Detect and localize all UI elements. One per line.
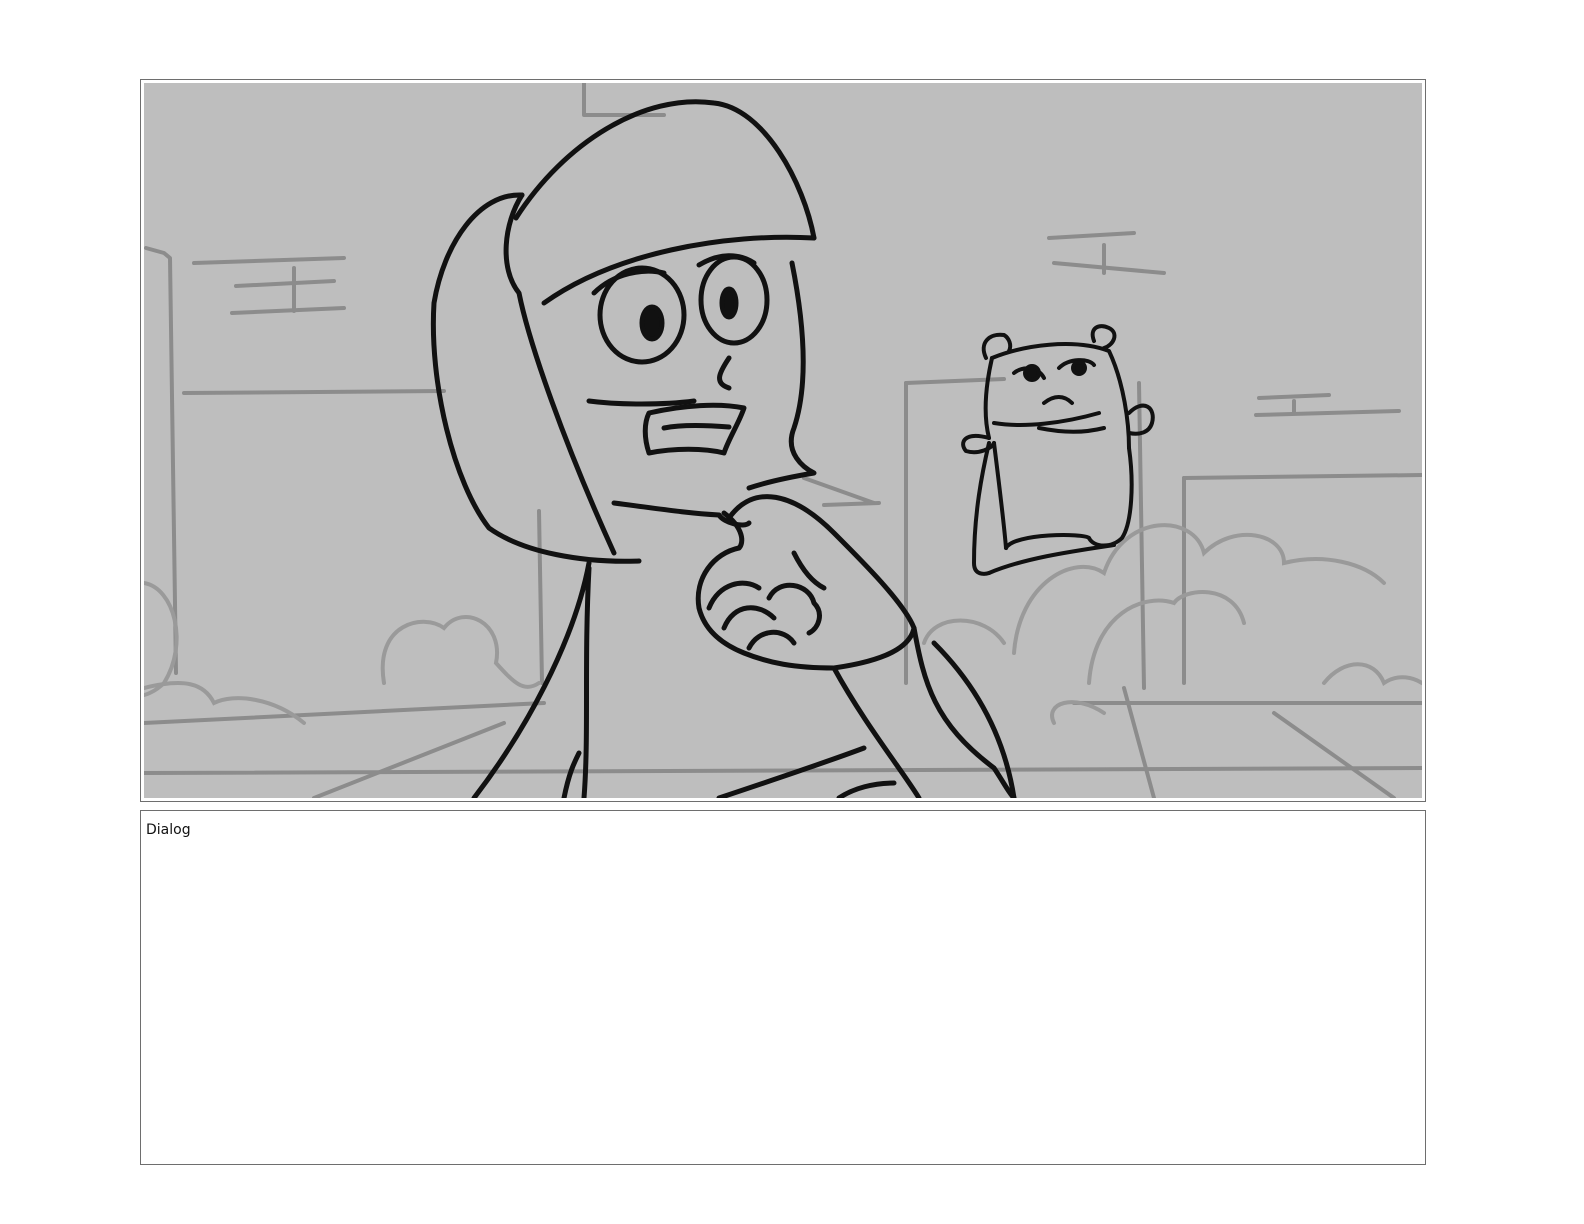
dialog-box[interactable]: Dialog <box>140 810 1426 1165</box>
storyboard-sketch <box>144 83 1422 798</box>
girl-character <box>430 99 1017 798</box>
panel-artwork <box>144 83 1422 798</box>
dialog-label: Dialog <box>146 822 191 838</box>
bear-character <box>961 324 1155 576</box>
background-bushes <box>144 523 1422 725</box>
background-buildings <box>144 83 1422 798</box>
storyboard-panel <box>140 79 1426 802</box>
